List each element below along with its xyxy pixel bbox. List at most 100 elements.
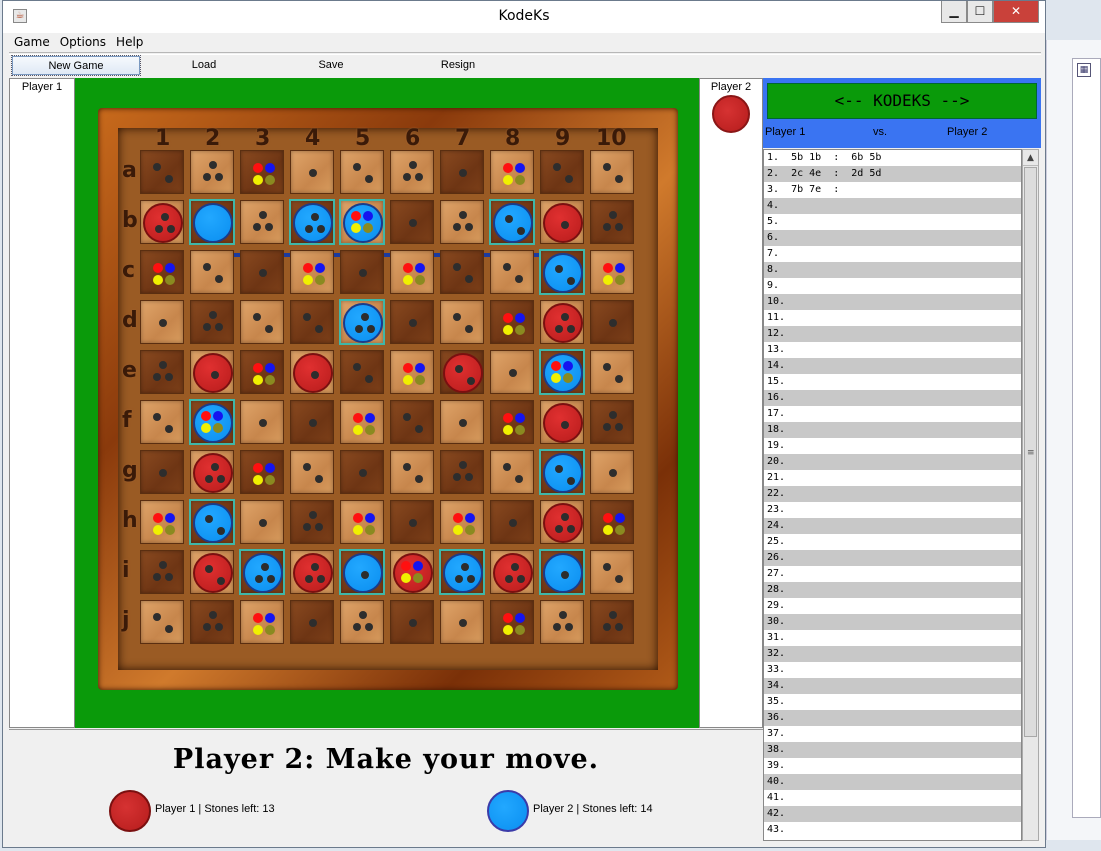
move-row[interactable]: 27. <box>764 566 1021 582</box>
board-cell[interactable] <box>390 550 434 594</box>
board-cell[interactable] <box>390 600 434 644</box>
board-cell[interactable] <box>140 450 184 494</box>
board-cell[interactable] <box>240 300 284 344</box>
board-cell[interactable] <box>290 550 334 594</box>
board-cell[interactable] <box>490 600 534 644</box>
resign-button[interactable]: Resign <box>413 56 503 75</box>
move-row[interactable]: 17. <box>764 406 1021 422</box>
board-cell[interactable] <box>190 150 234 194</box>
board-cell[interactable] <box>390 350 434 394</box>
move-row[interactable]: 34. <box>764 678 1021 694</box>
board-cell[interactable] <box>440 150 484 194</box>
scroll-thumb[interactable]: ≡ <box>1024 167 1037 737</box>
board-cell[interactable] <box>140 400 184 444</box>
move-row[interactable]: 23. <box>764 502 1021 518</box>
board-cell[interactable] <box>290 250 334 294</box>
save-button[interactable]: Save <box>286 56 376 75</box>
board-cell[interactable] <box>290 450 334 494</box>
move-row[interactable]: 22. <box>764 486 1021 502</box>
board-cell[interactable] <box>440 250 484 294</box>
move-row[interactable]: 7. <box>764 246 1021 262</box>
board-cell[interactable] <box>340 400 384 444</box>
board-cell[interactable] <box>140 250 184 294</box>
board-cell[interactable] <box>240 350 284 394</box>
move-row[interactable]: 21. <box>764 470 1021 486</box>
board-cell[interactable] <box>439 549 485 595</box>
move-row[interactable]: 29. <box>764 598 1021 614</box>
board-cell[interactable] <box>390 300 434 344</box>
board-cell[interactable] <box>140 150 184 194</box>
blue-stone[interactable] <box>343 303 383 343</box>
move-row[interactable]: 18. <box>764 422 1021 438</box>
board-cell[interactable] <box>490 150 534 194</box>
blue-stone[interactable] <box>543 353 583 393</box>
board-cell[interactable] <box>190 550 234 594</box>
move-row[interactable]: 36. <box>764 710 1021 726</box>
board-cell[interactable] <box>490 300 534 344</box>
board-cell[interactable] <box>490 400 534 444</box>
board-cell[interactable] <box>340 250 384 294</box>
board-cell[interactable] <box>189 499 235 545</box>
board-cell[interactable] <box>190 600 234 644</box>
move-row[interactable]: 30. <box>764 614 1021 630</box>
red-stone[interactable] <box>193 353 233 393</box>
board-cell[interactable] <box>489 199 535 245</box>
board-cell[interactable] <box>339 199 385 245</box>
board-cell[interactable] <box>390 250 434 294</box>
move-list-scrollbar[interactable]: ▲ ≡ <box>1022 149 1039 841</box>
board-cell[interactable] <box>339 549 385 595</box>
move-row[interactable]: 6. <box>764 230 1021 246</box>
board-cell[interactable] <box>290 500 334 544</box>
board-cell[interactable] <box>340 150 384 194</box>
move-row[interactable]: 25. <box>764 534 1021 550</box>
blue-stone[interactable] <box>343 203 383 243</box>
move-row[interactable]: 26. <box>764 550 1021 566</box>
move-row[interactable]: 15. <box>764 374 1021 390</box>
board-cell[interactable] <box>290 150 334 194</box>
board-cell[interactable] <box>440 450 484 494</box>
board-cell[interactable] <box>390 200 434 244</box>
board-cell[interactable] <box>539 349 585 395</box>
board-cell[interactable] <box>340 350 384 394</box>
board-cell[interactable] <box>240 200 284 244</box>
move-row[interactable]: 24. <box>764 518 1021 534</box>
board-cell[interactable] <box>490 450 534 494</box>
board-cell[interactable] <box>590 250 634 294</box>
red-stone[interactable] <box>293 553 333 593</box>
board-cell[interactable] <box>590 400 634 444</box>
board-cell[interactable] <box>540 150 584 194</box>
board-cell[interactable] <box>440 350 484 394</box>
blue-stone[interactable] <box>193 203 233 243</box>
board-cell[interactable] <box>340 600 384 644</box>
move-row[interactable]: 39. <box>764 758 1021 774</box>
scroll-up-icon[interactable]: ▲ <box>1023 150 1038 166</box>
board-cell[interactable] <box>140 200 184 244</box>
board-cell[interactable] <box>590 550 634 594</box>
board-cell[interactable] <box>390 400 434 444</box>
board-cell[interactable] <box>140 500 184 544</box>
board-cell[interactable] <box>590 500 634 544</box>
board-cell[interactable] <box>190 250 234 294</box>
board-cell[interactable] <box>140 600 184 644</box>
move-row[interactable]: 37. <box>764 726 1021 742</box>
board-cell[interactable] <box>440 200 484 244</box>
move-row[interactable]: 12. <box>764 326 1021 342</box>
board-cell[interactable] <box>540 400 584 444</box>
board-cell[interactable] <box>590 350 634 394</box>
board-cell[interactable] <box>440 500 484 544</box>
board-cell[interactable] <box>290 300 334 344</box>
move-row[interactable]: 43. <box>764 822 1021 838</box>
move-row[interactable]: 5. <box>764 214 1021 230</box>
board-cell[interactable] <box>340 500 384 544</box>
board-cell[interactable] <box>140 350 184 394</box>
blue-stone[interactable] <box>293 203 333 243</box>
move-row[interactable]: 33. <box>764 662 1021 678</box>
board-cell[interactable] <box>539 249 585 295</box>
menu-options[interactable]: Options <box>55 33 111 53</box>
move-row[interactable]: 41. <box>764 790 1021 806</box>
board-cell[interactable] <box>390 150 434 194</box>
board-cell[interactable] <box>490 350 534 394</box>
red-stone[interactable] <box>493 553 533 593</box>
move-row[interactable]: 40. <box>764 774 1021 790</box>
board-cell[interactable] <box>540 300 584 344</box>
